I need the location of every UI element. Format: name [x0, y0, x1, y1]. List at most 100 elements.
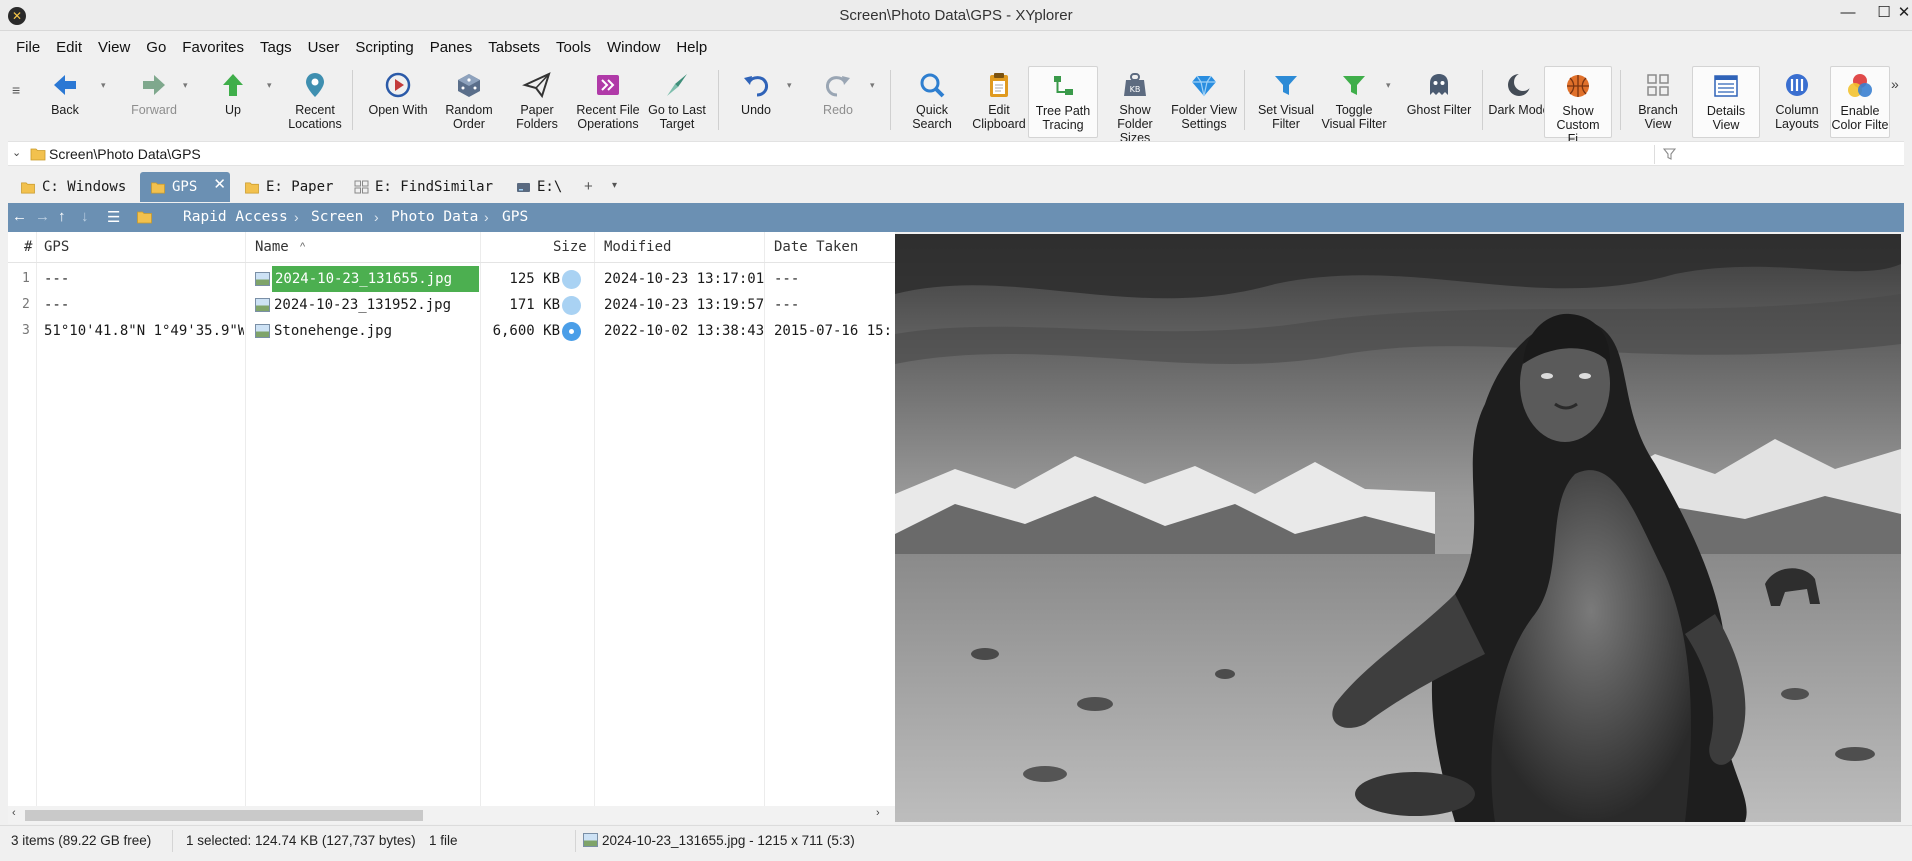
recent-file-operations-button[interactable]: Recent File Operations — [570, 66, 646, 138]
random-order-button[interactable]: Random Order — [438, 66, 500, 138]
address-path[interactable]: Screen\Photo Data\GPS — [49, 146, 201, 162]
menu-tabsets[interactable]: Tabsets — [480, 36, 548, 60]
menu-view[interactable]: View — [90, 36, 138, 60]
redo-button[interactable]: Redo — [808, 66, 868, 138]
column-header-modified[interactable]: Modified — [604, 232, 671, 262]
menu-window[interactable]: Window — [599, 36, 668, 60]
column-header-name[interactable]: Name — [255, 232, 289, 262]
tab-list-dropdown[interactable]: ▾ — [612, 180, 617, 191]
toolbar-separator — [352, 70, 353, 130]
show-custom-file-icons-button[interactable]: Show Custom Fi... — [1544, 66, 1612, 146]
show-folder-sizes-button[interactable]: KB Show Folder Sizes — [1102, 66, 1168, 145]
forward-dropdown[interactable]: ▾ — [183, 80, 188, 91]
clipboard-icon — [990, 73, 1008, 97]
column-layouts-button[interactable]: Column Layouts — [1766, 66, 1828, 138]
menu-file[interactable]: File — [8, 36, 48, 60]
undo-dropdown[interactable]: ▾ — [787, 80, 792, 91]
set-visual-filter-button[interactable]: Set Visual Filter — [1252, 66, 1320, 138]
up-button[interactable]: Up — [204, 66, 262, 138]
tab-e-findsimilar[interactable]: E: FindSimilar — [344, 172, 504, 202]
tab-e-drive[interactable]: E:\ — [506, 172, 576, 202]
breadcrumb-photo-data[interactable]: Photo Data — [391, 209, 478, 225]
toolbar-grip[interactable]: ≡ — [12, 82, 20, 98]
breadcrumb-screen[interactable]: Screen — [311, 209, 363, 225]
scroll-right-icon[interactable]: › — [876, 807, 880, 819]
tab-gps[interactable]: GPS ✕ — [140, 172, 230, 202]
drive-icon — [517, 182, 530, 192]
close-button[interactable]: ✕ — [1896, 2, 1912, 24]
redo-dropdown[interactable]: ▾ — [870, 80, 875, 91]
file-name[interactable]: 2024-10-23_131655.jpg — [272, 266, 479, 292]
toolbar-separator — [1482, 70, 1483, 130]
scroll-left-icon[interactable]: ‹ — [12, 807, 16, 819]
breadcrumb-back-icon[interactable]: ← — [12, 208, 27, 225]
back-dropdown[interactable]: ▾ — [101, 80, 106, 91]
column-header-number[interactable]: # — [24, 232, 32, 262]
menu-edit[interactable]: Edit — [48, 36, 90, 60]
breadcrumb-forward-icon[interactable]: → — [35, 208, 50, 225]
column-header-size[interactable]: Size — [553, 232, 587, 262]
date-taken-cell: 2015-07-16 15: — [774, 323, 893, 339]
breadcrumb-up-icon[interactable]: ↑ — [58, 208, 66, 225]
table-row[interactable]: 3 51°10'41.8"N 1°49'35.9"W Stonehenge.jp… — [8, 318, 895, 344]
toolbar-separator — [1620, 70, 1621, 130]
filter-icon[interactable] — [1663, 148, 1676, 160]
dice-icon — [458, 74, 480, 97]
folder-icon[interactable] — [136, 210, 153, 224]
tab-e-paper[interactable]: E: Paper — [234, 172, 338, 202]
menu-scripting[interactable]: Scripting — [347, 36, 421, 60]
tree-path-tracing-button[interactable]: Tree Path Tracing — [1028, 66, 1098, 138]
column-header-date-taken[interactable]: Date Taken — [774, 232, 858, 262]
menu-user[interactable]: User — [300, 36, 348, 60]
forward-arrow-icon — [143, 75, 165, 95]
enable-color-filter-button[interactable]: Enable Color Filte — [1830, 66, 1890, 138]
ghost-filter-button[interactable]: Ghost Filter — [1400, 66, 1478, 138]
menu-help[interactable]: Help — [668, 36, 715, 60]
recent-locations-button[interactable]: Recent Locations — [284, 66, 346, 138]
chevron-down-icon[interactable]: ⌄ — [12, 146, 21, 159]
branch-view-button[interactable]: Branch View — [1628, 66, 1688, 138]
horizontal-scrollbar[interactable]: ‹ › — [8, 806, 895, 824]
menu-tools[interactable]: Tools — [548, 36, 599, 60]
image-preview[interactable] — [895, 234, 1901, 822]
color-filter-icon — [1848, 74, 1872, 97]
minimize-button[interactable]: — — [1828, 2, 1868, 24]
undo-button[interactable]: Undo — [726, 66, 786, 138]
add-tab-button[interactable]: + — [584, 178, 593, 195]
tab-c-windows[interactable]: C: Windows — [10, 172, 138, 202]
edit-clipboard-button[interactable]: Edit Clipboard — [966, 66, 1032, 138]
quick-search-button[interactable]: Quick Search — [900, 66, 964, 138]
breadcrumb-gps[interactable]: GPS — [502, 209, 528, 225]
menu-tags[interactable]: Tags — [252, 36, 300, 60]
up-dropdown[interactable]: ▾ — [267, 80, 272, 91]
folder-view-settings-button[interactable]: Folder View Settings — [1168, 66, 1240, 138]
file-name[interactable]: 2024-10-23_131952.jpg — [274, 292, 451, 318]
scrollbar-thumb[interactable] — [25, 810, 423, 821]
back-button[interactable]: Back — [34, 66, 96, 138]
breadcrumb-down-icon[interactable]: ↓ — [81, 208, 89, 225]
back-arrow-icon — [54, 75, 76, 95]
table-row[interactable]: 2 --- 2024-10-23_131952.jpg 171 KB 2024-… — [8, 292, 895, 318]
breadcrumb-rapid-access[interactable]: Rapid Access — [183, 209, 288, 225]
toolbar-overflow-chevron[interactable]: » — [1891, 76, 1899, 92]
breadcrumb-menu-icon[interactable]: ☰ — [107, 208, 120, 226]
paper-folders-button[interactable]: Paper Folders — [506, 66, 568, 138]
close-tab-icon[interactable]: ✕ — [213, 175, 226, 193]
forward-button[interactable]: Forward — [116, 66, 192, 138]
address-bar[interactable]: ⌄ Screen\Photo Data\GPS — [8, 141, 1904, 166]
file-name[interactable]: Stonehenge.jpg — [274, 318, 392, 344]
toggle-visual-filter-dropdown[interactable]: ▾ — [1386, 80, 1391, 91]
table-row[interactable]: 1 --- 2024-10-23_131655.jpg 125 KB 2024-… — [8, 266, 895, 292]
go-to-last-target-button[interactable]: Go to Last Target — [642, 66, 712, 138]
menu-favorites[interactable]: Favorites — [174, 36, 252, 60]
open-with-button[interactable]: Open With — [360, 66, 436, 138]
details-view-button[interactable]: Details View — [1692, 66, 1760, 138]
menu-panes[interactable]: Panes — [422, 36, 481, 60]
toggle-visual-filter-button[interactable]: Toggle Visual Filter — [1318, 66, 1390, 138]
dark-mode-button[interactable]: Dark Mode — [1486, 66, 1552, 138]
modified-cell: 2022-10-02 13:38:43 — [604, 323, 765, 339]
menu-go[interactable]: Go — [138, 36, 174, 60]
branch-view-icon — [1647, 74, 1669, 96]
size-indicator-icon — [562, 296, 581, 315]
column-header-gps[interactable]: GPS — [44, 232, 69, 262]
